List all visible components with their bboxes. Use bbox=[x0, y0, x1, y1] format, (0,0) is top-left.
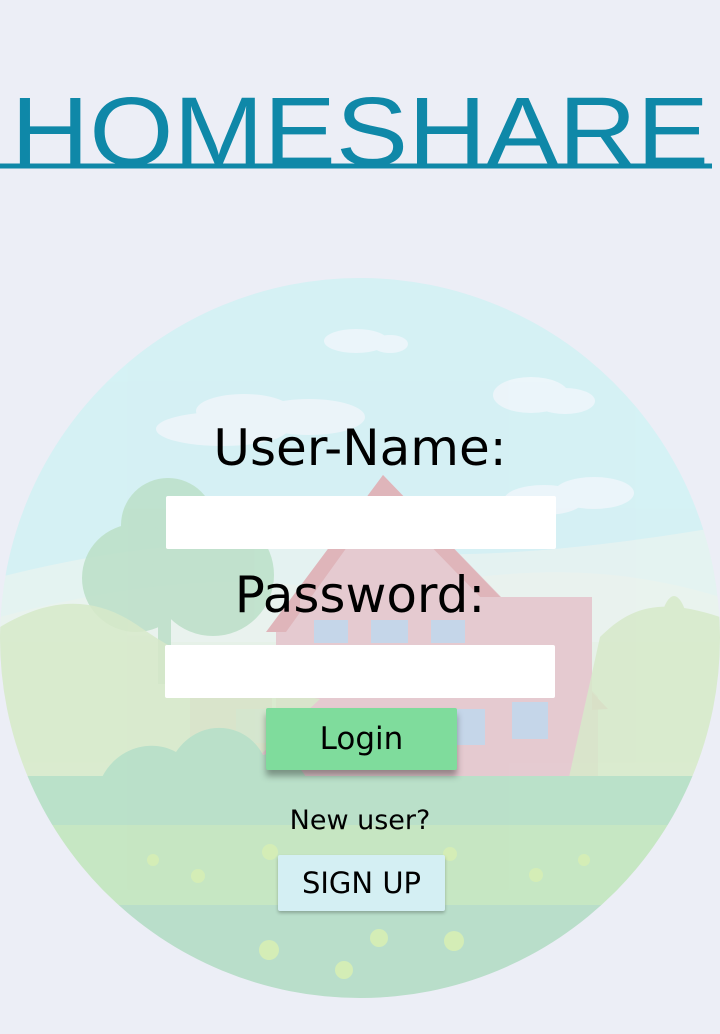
new-user-text: New user? bbox=[289, 805, 431, 836]
login-form: User-Name: Password: Login New user? SIG… bbox=[0, 0, 720, 1034]
username-label: User-Name: bbox=[213, 419, 507, 477]
signup-button[interactable]: SIGN UP bbox=[278, 855, 445, 911]
password-label: Password: bbox=[234, 566, 486, 624]
username-input[interactable] bbox=[166, 496, 556, 549]
login-button[interactable]: Login bbox=[266, 708, 457, 770]
password-input[interactable] bbox=[165, 645, 555, 698]
